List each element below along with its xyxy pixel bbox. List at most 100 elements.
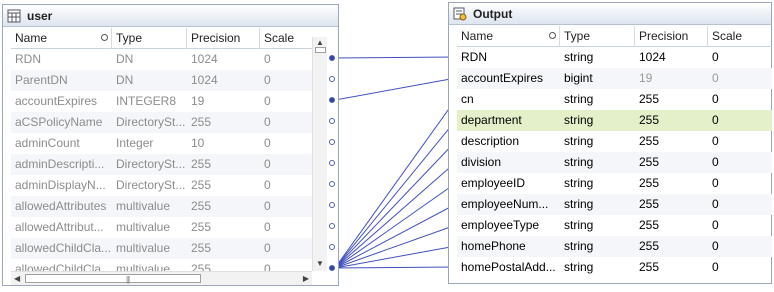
table-row[interactable]: accountExpires INTEGER8 19 0 xyxy=(11,91,312,112)
link-line xyxy=(334,56,457,59)
link-line xyxy=(334,245,457,269)
table-row[interactable]: allowedAttribut... multivalue 255 0 xyxy=(11,217,312,238)
source-port[interactable] xyxy=(329,223,335,229)
source-hscroll-thumb[interactable]: ||| xyxy=(25,274,201,284)
output-col-type[interactable]: Type xyxy=(560,26,635,47)
source-table-panel[interactable]: user Name Type Precision Scale RDN DN 1024… xyxy=(2,4,339,286)
cell-type: DN xyxy=(116,73,134,87)
sort-circle-icon[interactable] xyxy=(101,34,108,41)
cell-scale: 0 xyxy=(264,199,271,213)
source-port[interactable] xyxy=(329,160,335,166)
source-port[interactable] xyxy=(329,244,335,250)
cell-type: string xyxy=(564,260,594,274)
source-col-scale[interactable]: Scale xyxy=(260,28,312,49)
table-row[interactable]: department string 255 0 xyxy=(457,110,772,131)
table-row[interactable]: accountExpires bigint 19 0 xyxy=(457,68,772,89)
link-line xyxy=(334,266,457,269)
cell-precision: 19 xyxy=(191,94,205,108)
cell-precision: 1024 xyxy=(191,52,218,66)
cell-name: allowedChildCla... xyxy=(15,241,112,255)
output-column-header: Name Type Precision Scale xyxy=(457,26,772,47)
cell-name: RDN xyxy=(15,52,41,66)
table-row[interactable]: employeeNum... string 255 0 xyxy=(457,194,772,215)
scroll-down-arrow-icon[interactable]: ▼ xyxy=(316,260,324,268)
cell-name: RDN xyxy=(461,50,487,64)
link-line xyxy=(334,77,457,101)
table-row[interactable]: employeeID string 255 0 xyxy=(457,173,772,194)
source-port[interactable] xyxy=(329,55,335,61)
cell-precision: 1024 xyxy=(639,50,666,64)
link-line xyxy=(334,224,457,269)
output-col-precision[interactable]: Precision xyxy=(635,26,708,47)
cell-name: homePhone xyxy=(461,239,526,253)
output-titlebar[interactable]: Output xyxy=(449,3,771,25)
table-row[interactable]: adminCount Integer 10 0 xyxy=(11,133,312,154)
source-rows: RDN DN 1024 0 ParentDN DN 1024 0 accountExpires I… xyxy=(11,49,312,271)
table-row[interactable]: homePostalAdd... string 255 0 xyxy=(457,257,772,278)
output-col-name[interactable]: Name xyxy=(457,26,560,47)
table-row[interactable]: cn string 255 0 xyxy=(457,89,772,110)
source-port[interactable] xyxy=(329,76,335,82)
cell-scale: 0 xyxy=(264,52,271,66)
link-line xyxy=(334,161,457,269)
table-row[interactable]: adminDescripti... DirectorySt... 255 0 xyxy=(11,154,312,175)
cell-type: string xyxy=(564,239,594,253)
source-port[interactable] xyxy=(329,139,335,145)
output-panel[interactable]: Output Name Type Precision Scale RDN stri… xyxy=(448,2,772,284)
table-row[interactable]: RDN string 1024 0 xyxy=(457,47,772,68)
source-horizontal-scrollbar[interactable]: ◀ ||| ▶ xyxy=(11,271,312,285)
table-row[interactable]: allowedChildCla... multivalue 255 0 xyxy=(11,259,312,271)
cell-name: employeeID xyxy=(461,176,526,190)
cell-scale: 0 xyxy=(264,136,271,150)
source-col-type[interactable]: Type xyxy=(112,28,187,49)
scroll-left-arrow-icon[interactable]: ◀ xyxy=(14,274,20,283)
table-row[interactable]: homePhone string 255 0 xyxy=(457,236,772,257)
cell-name: cn xyxy=(461,92,474,106)
cell-name: accountExpires xyxy=(15,94,98,108)
cell-precision: 255 xyxy=(191,220,212,234)
source-overflow-port[interactable] xyxy=(329,265,335,271)
cell-precision: 255 xyxy=(191,178,212,192)
cell-precision: 1024 xyxy=(191,73,218,87)
cell-type: string xyxy=(564,134,594,148)
cell-type: bigint xyxy=(564,71,593,85)
scroll-right-arrow-icon[interactable]: ▶ xyxy=(303,274,309,283)
cell-scale: 0 xyxy=(712,176,719,190)
table-row[interactable]: adminDisplayN... DirectorySt... 255 0 xyxy=(11,175,312,196)
table-row[interactable]: RDN DN 1024 0 xyxy=(11,49,312,70)
output-col-scale[interactable]: Scale xyxy=(708,26,772,47)
table-row[interactable]: ParentDN DN 1024 0 xyxy=(11,70,312,91)
scroll-up-arrow-icon[interactable]: ▲ xyxy=(316,39,324,47)
cell-name: description xyxy=(461,134,520,148)
source-port[interactable] xyxy=(329,97,335,103)
table-row[interactable]: employeeType string 255 0 xyxy=(457,215,772,236)
table-row[interactable]: aCSPolicyName DirectorySt... 255 0 xyxy=(11,112,312,133)
source-vertical-scrollbar[interactable]: ▲ ▼ xyxy=(312,37,327,271)
table-row[interactable]: allowedChildCla... multivalue 255 0 xyxy=(11,238,312,259)
cell-scale: 0 xyxy=(264,220,271,234)
source-port[interactable] xyxy=(329,202,335,208)
table-row[interactable]: division string 255 0 xyxy=(457,152,772,173)
cell-name: adminDisplayN... xyxy=(15,178,106,192)
source-titlebar[interactable]: user xyxy=(3,5,338,27)
table-icon xyxy=(7,9,21,23)
table-row[interactable]: allowedAttributes multivalue 255 0 xyxy=(11,196,312,217)
cell-precision: 255 xyxy=(639,134,660,148)
table-row[interactable]: description string 255 0 xyxy=(457,131,772,152)
output-transform-icon xyxy=(453,7,467,21)
source-col-name[interactable]: Name xyxy=(11,28,112,49)
source-port[interactable] xyxy=(329,118,335,124)
cell-scale: 0 xyxy=(264,157,271,171)
cell-scale: 0 xyxy=(712,197,719,211)
cell-precision: 10 xyxy=(191,136,205,150)
source-vscroll-thumb[interactable] xyxy=(315,47,326,53)
cell-precision: 255 xyxy=(191,199,212,213)
source-port[interactable] xyxy=(329,181,335,187)
source-col-precision[interactable]: Precision xyxy=(187,28,260,49)
sort-circle-icon[interactable] xyxy=(549,32,556,39)
cell-name: accountExpires xyxy=(461,71,544,85)
cell-precision: 255 xyxy=(191,262,212,271)
link-line xyxy=(334,182,457,269)
output-rows: RDN string 1024 0 accountExpires bigint 19 0 cn s… xyxy=(457,47,772,278)
cell-scale: 0 xyxy=(712,218,719,232)
